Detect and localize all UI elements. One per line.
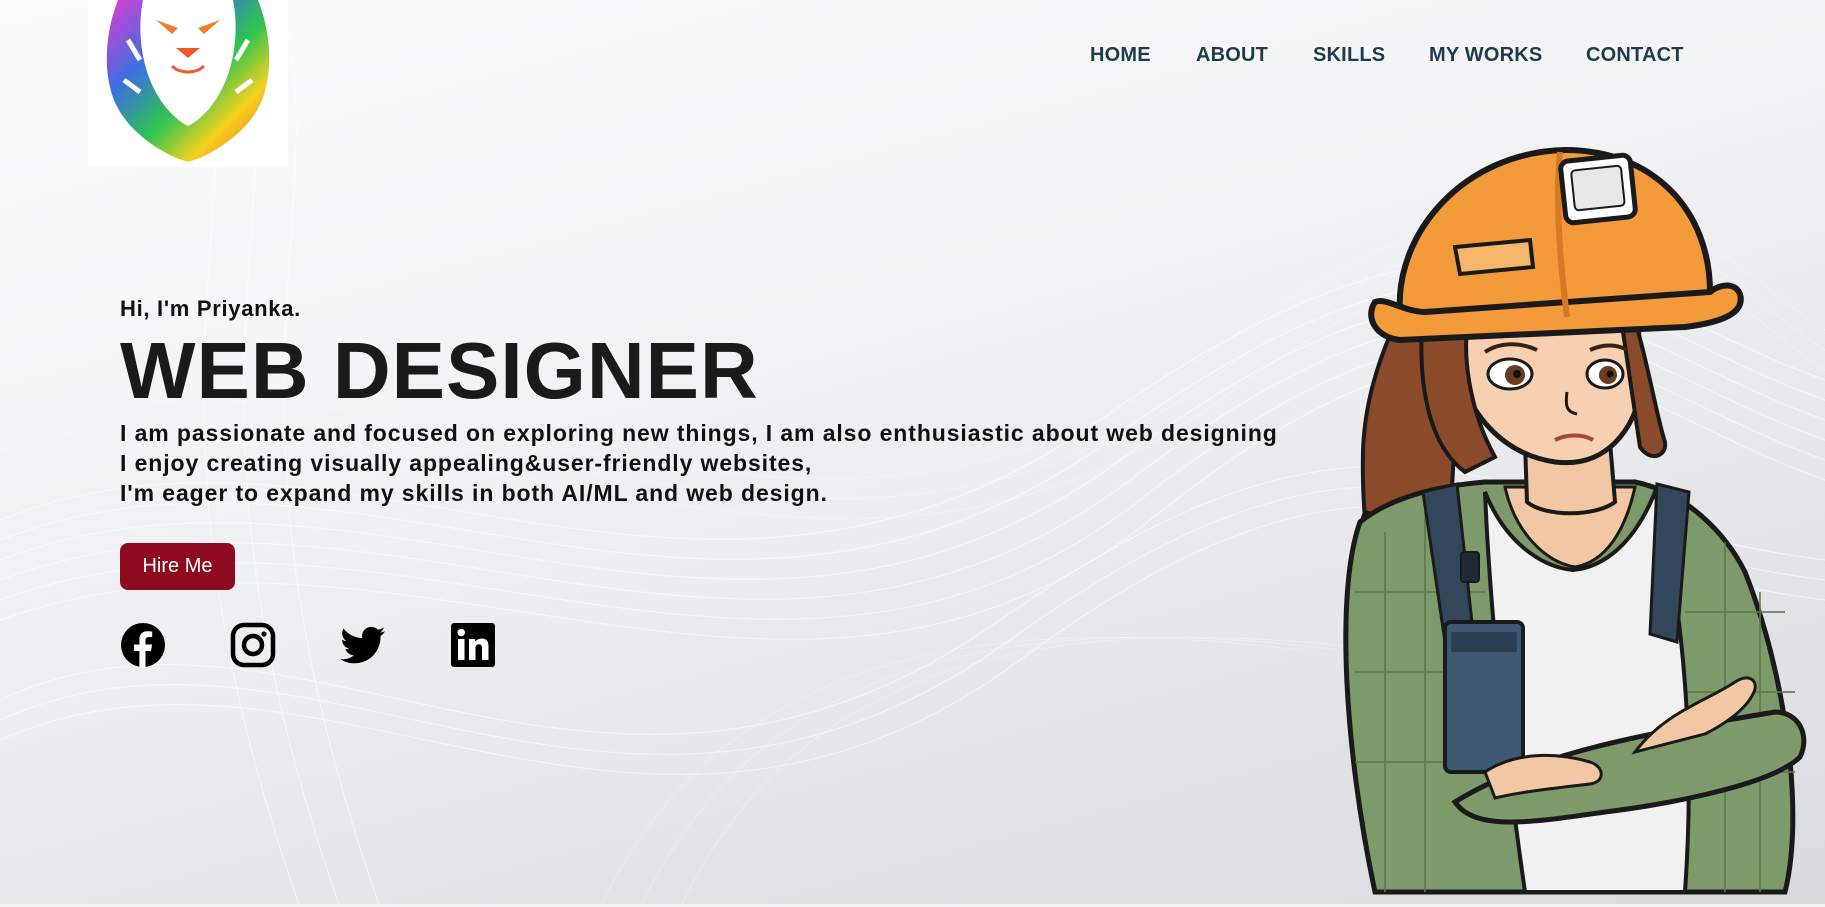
- twitter-icon: [340, 626, 385, 664]
- hero-illustration: [1305, 112, 1810, 904]
- twitter-link[interactable]: [340, 622, 386, 668]
- hero-title: WEB DESIGNER: [120, 326, 759, 415]
- hero-description-line: I enjoy creating visually appealing&user…: [120, 450, 813, 476]
- nav-contact[interactable]: CONTACT: [1586, 44, 1684, 67]
- nav-skills[interactable]: SKILLS: [1313, 44, 1385, 67]
- hero-description: I am passionate and focused on exploring…: [120, 418, 1320, 508]
- site-logo[interactable]: [88, 0, 288, 167]
- hero-description-line: I'm eager to expand my skills in both AI…: [120, 480, 828, 506]
- hero-section: Hi, I'm Priyanka. WEB DESIGNER I am pass…: [120, 296, 1320, 668]
- worker-woman-illustration: [1343, 146, 1807, 895]
- nav-home[interactable]: HOME: [1090, 44, 1151, 67]
- hero-description-line: I am passionate and focused on exploring…: [120, 420, 1278, 446]
- linkedin-icon: [451, 623, 495, 667]
- facebook-link[interactable]: [120, 622, 166, 668]
- hero-greeting: Hi, I'm Priyanka.: [120, 296, 301, 321]
- nav-my-works[interactable]: MY WORKS: [1429, 44, 1542, 67]
- facebook-icon: [121, 623, 165, 668]
- social-links: [120, 622, 540, 668]
- instagram-icon: [230, 622, 276, 668]
- instagram-link[interactable]: [230, 622, 276, 668]
- lion-logo-icon: [106, 0, 270, 162]
- nav-about[interactable]: ABOUT: [1196, 44, 1268, 67]
- hire-me-button[interactable]: Hire Me: [120, 543, 235, 590]
- linkedin-link[interactable]: [450, 622, 496, 668]
